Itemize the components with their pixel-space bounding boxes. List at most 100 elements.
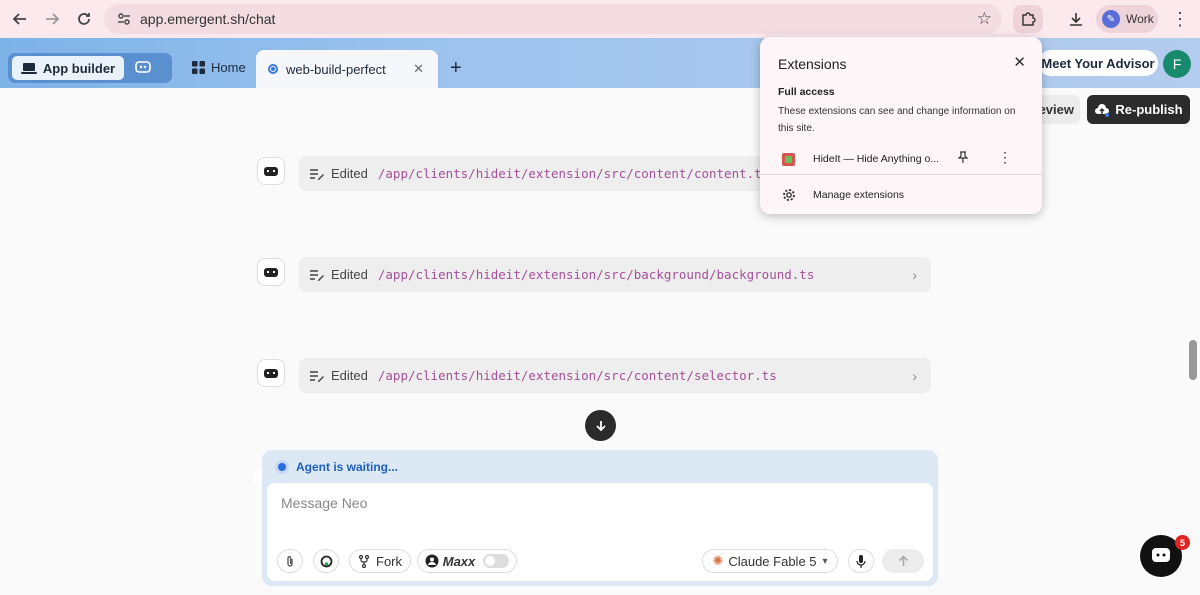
arrow-up-icon	[898, 555, 908, 566]
message-input[interactable]	[281, 495, 881, 511]
file-path: /app/clients/hideit/extension/src/conten…	[377, 368, 777, 383]
puzzle-icon	[1022, 12, 1036, 26]
edit-icon	[310, 370, 324, 382]
divider	[760, 174, 1042, 175]
tab-web-build-perfect[interactable]: web-build-perfect ✕	[256, 50, 438, 88]
hideit-logo-icon	[782, 152, 795, 166]
chat-mode-button[interactable]	[132, 58, 154, 78]
home-tab-label: Home	[211, 60, 246, 75]
address-bar[interactable]: app.emergent.sh/chat ☆	[104, 4, 1002, 34]
github-button[interactable]	[313, 549, 339, 573]
extension-item-hideit[interactable]: HideIt — Hide Anything o... ⋮	[782, 149, 1022, 169]
profile-avatar-icon: ✎	[1102, 10, 1120, 28]
cloud-upload-icon	[1095, 103, 1110, 117]
robot-icon	[264, 369, 278, 378]
edit-label: Edited	[331, 166, 368, 181]
mode-switch: App builder	[8, 53, 172, 83]
arrow-right-icon	[46, 13, 60, 25]
chat-bot-icon	[135, 61, 151, 73]
gear-icon	[783, 189, 795, 201]
scrollbar[interactable]	[1189, 340, 1197, 380]
section-description: These extensions can see and change info…	[778, 106, 1016, 134]
extension-name: HideIt — Hide Anything o...	[813, 153, 940, 165]
profile-label: Work	[1126, 12, 1154, 26]
reload-icon	[78, 13, 90, 25]
close-tab-icon[interactable]: ✕	[413, 61, 424, 77]
chevron-right-icon[interactable]: ›	[912, 267, 917, 283]
model-selector[interactable]: ✺ Claude Fable 5 ▾	[702, 549, 838, 573]
forward-button[interactable]	[36, 3, 68, 35]
arrow-left-icon	[12, 13, 26, 25]
edit-label: Edited	[331, 267, 368, 282]
robot-icon	[264, 167, 278, 176]
manage-extensions-button[interactable]: Manage extensions	[782, 188, 904, 202]
github-icon	[320, 555, 332, 567]
send-button[interactable]	[882, 549, 924, 573]
chevron-right-icon[interactable]: ›	[912, 368, 917, 384]
new-tab-button[interactable]: +	[450, 58, 462, 78]
scroll-to-bottom-button[interactable]	[585, 410, 616, 441]
section-heading: Full access	[778, 86, 835, 98]
back-button[interactable]	[4, 3, 36, 35]
attach-button[interactable]	[277, 549, 303, 573]
sparkle-icon: ✺	[712, 553, 724, 568]
pin-icon[interactable]	[957, 151, 969, 167]
profile-button[interactable]: ✎ Work	[1096, 5, 1158, 33]
meet-advisor-button[interactable]: Meet Your Advisor	[1038, 50, 1158, 76]
agent-status: Agent is waiting...	[278, 460, 398, 474]
republish-label: Re-publish	[1115, 102, 1183, 117]
arrow-down-icon	[595, 420, 606, 431]
notification-badge: 5	[1175, 535, 1190, 550]
site-settings-icon[interactable]	[112, 12, 136, 26]
downloads-button[interactable]	[1062, 5, 1090, 33]
maxx-label: Maxx	[442, 553, 476, 569]
download-icon	[1070, 13, 1082, 26]
agent-avatar	[257, 359, 285, 387]
microphone-icon	[856, 554, 866, 568]
chat-icon	[1152, 548, 1170, 562]
fork-icon	[358, 554, 370, 568]
fork-label: Fork	[376, 553, 402, 569]
laptop-icon	[20, 62, 37, 74]
star-icon[interactable]: ☆	[977, 9, 992, 29]
voice-button[interactable]	[848, 549, 874, 573]
edit-icon	[310, 168, 324, 180]
user-circle-icon	[425, 554, 439, 568]
tab-label: web-build-perfect	[286, 61, 386, 77]
popup-title: Extensions	[778, 56, 847, 72]
chevron-down-icon: ▾	[822, 555, 828, 567]
app-builder-button[interactable]: App builder	[12, 56, 124, 80]
file-path: /app/clients/hideit/extension/src/backgr…	[377, 267, 815, 282]
status-dot-icon	[278, 463, 286, 471]
edit-card[interactable]: Edited /app/clients/hideit/extension/src…	[299, 257, 931, 292]
file-path: /app/clients/hideit/extension/src/conten…	[377, 166, 770, 181]
reload-button[interactable]	[68, 3, 100, 35]
message-box: Fork Maxx ✺ Claude Fable 5 ▾	[267, 483, 933, 581]
browser-toolbar: app.emergent.sh/chat ☆ ✎ Work ⋮	[0, 0, 1200, 38]
url-text: app.emergent.sh/chat	[140, 11, 276, 27]
agent-status-text: Agent is waiting...	[296, 460, 399, 474]
agent-avatar	[257, 157, 285, 185]
close-icon[interactable]: ✕	[1013, 53, 1026, 71]
user-avatar[interactable]: F	[1163, 50, 1191, 78]
edit-card[interactable]: Edited /app/clients/hideit/extension/src…	[299, 358, 931, 393]
maxx-toggle-button[interactable]: Maxx	[417, 549, 517, 573]
republish-button[interactable]: Re-publish	[1087, 95, 1190, 124]
edit-label: Edited	[331, 368, 368, 383]
extensions-popup: Extensions ✕ Full access These extension…	[760, 37, 1042, 214]
home-tab[interactable]: Home	[192, 60, 246, 75]
app-builder-label: App builder	[42, 60, 116, 76]
fork-button[interactable]: Fork	[349, 549, 411, 573]
edit-icon	[310, 269, 324, 281]
browser-menu-icon[interactable]: ⋮	[1170, 5, 1190, 33]
maxx-toggle[interactable]	[483, 554, 510, 568]
robot-icon	[264, 268, 278, 277]
model-label: Claude Fable 5	[728, 553, 817, 569]
tab-status-icon	[268, 64, 278, 74]
agent-avatar	[257, 258, 285, 286]
composer: Agent is waiting... Fork Maxx ✺ Claude F…	[262, 450, 938, 586]
more-options-icon[interactable]: ⋮	[998, 149, 1012, 166]
extensions-button[interactable]	[1013, 5, 1043, 33]
grid-icon	[192, 61, 205, 74]
paperclip-icon	[287, 555, 293, 567]
